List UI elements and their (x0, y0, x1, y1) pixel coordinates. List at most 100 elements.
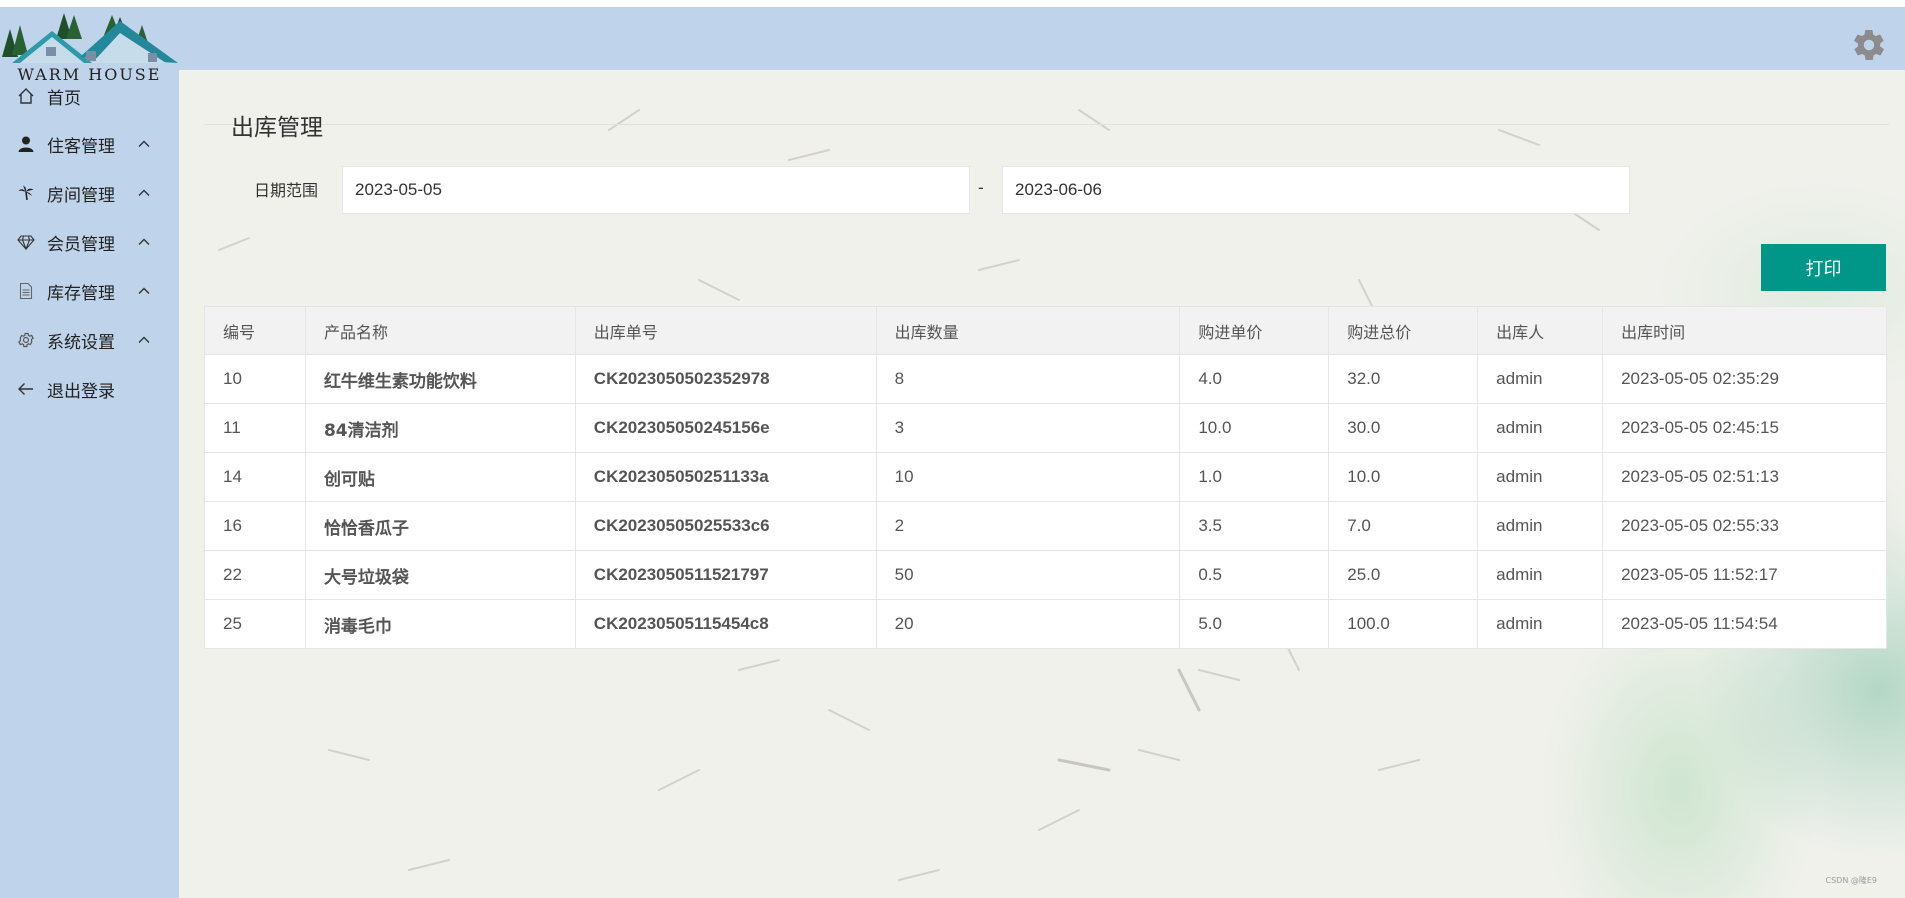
sidebar-item-label: 系统设置 (47, 332, 115, 353)
cell-quantity: 2 (875, 501, 1181, 551)
column-header: 出库数量 (875, 306, 1181, 355)
cell-order-no: CK20230505115454c8 (574, 599, 877, 649)
cell-operator: admin (1477, 550, 1604, 600)
date-range-label: 日期范围 (254, 181, 319, 200)
cell-quantity: 50 (875, 550, 1181, 600)
gear-icon (16, 330, 36, 350)
cell-total-price: 32.0 (1328, 354, 1479, 404)
cell-time: 2023-05-05 02:35:29 (1602, 354, 1887, 404)
cell-id: 22 (204, 550, 306, 600)
top-header (0, 7, 1905, 70)
sidebar-item-label: 住客管理 (47, 136, 115, 157)
watermark-text: CSDN @隆E9 (1825, 876, 1878, 885)
table-row[interactable]: 25 消毒毛巾 CK20230505115454c8 20 5.0 100.0 … (204, 599, 1887, 649)
cell-product-name: 大号垃圾袋 (304, 550, 576, 600)
cell-unit-price: 1.0 (1179, 452, 1330, 502)
cell-quantity: 3 (875, 403, 1181, 453)
arrow-left-icon (16, 379, 36, 399)
cell-product-name: 84清洁剂 (304, 403, 576, 453)
table-row[interactable]: 14 创可贴 CK202305050251133a 10 1.0 10.0 ad… (204, 452, 1887, 502)
cell-product-name: 消毒毛巾 (304, 599, 576, 649)
cell-order-no: CK2023050511521797 (574, 550, 877, 600)
cell-unit-price: 10.0 (1179, 403, 1330, 453)
cell-time: 2023-05-05 02:51:13 (1602, 452, 1887, 502)
column-header: 出库人 (1477, 306, 1604, 355)
home-icon (16, 86, 36, 106)
column-header: 编号 (204, 306, 306, 355)
column-header: 购进总价 (1328, 306, 1479, 355)
cell-product-name: 创可贴 (304, 452, 576, 502)
sidebar-item-members[interactable]: 会员管理 (0, 222, 179, 262)
cell-total-price: 100.0 (1328, 599, 1479, 649)
cell-quantity: 8 (875, 354, 1181, 404)
sidebar-item-home[interactable]: 首页 (0, 76, 179, 116)
cell-product-name: 红牛维生素功能饮料 (304, 354, 576, 404)
page-title: 出库管理 (231, 115, 323, 141)
column-header: 产品名称 (304, 306, 576, 355)
chevron-up-icon (138, 287, 150, 294)
sidebar-item-label: 退出登录 (47, 381, 115, 402)
table-row[interactable]: 10 红牛维生素功能饮料 CK2023050502352978 8 4.0 32… (204, 354, 1887, 404)
cell-time: 2023-05-05 02:55:33 (1602, 501, 1887, 551)
sidebar-item-rooms[interactable]: 房间管理 (0, 173, 179, 213)
chevron-up-icon (138, 238, 150, 245)
cell-order-no: CK2023050502352978 (574, 354, 877, 404)
chevron-up-icon (138, 189, 150, 196)
chevron-up-icon (138, 336, 150, 343)
cell-id: 16 (204, 501, 306, 551)
diamond-icon (16, 232, 36, 252)
cell-time: 2023-05-05 02:45:15 (1602, 403, 1887, 453)
sidebar-item-label: 房间管理 (47, 185, 115, 206)
end-date-input[interactable] (1002, 166, 1630, 214)
cell-time: 2023-05-05 11:52:17 (1602, 550, 1887, 600)
print-button[interactable]: 打印 (1761, 244, 1886, 291)
sidebar-item-inventory[interactable]: 库存管理 (0, 271, 179, 311)
cell-unit-price: 5.0 (1179, 599, 1330, 649)
palm-icon (16, 183, 36, 203)
cell-unit-price: 3.5 (1179, 501, 1330, 551)
cell-total-price: 30.0 (1328, 403, 1479, 453)
cell-operator: admin (1477, 452, 1604, 502)
file-icon (16, 281, 36, 301)
cell-quantity: 20 (875, 599, 1181, 649)
table-header-row: 编号 产品名称 出库单号 出库数量 购进单价 购进总价 出库人 出库时间 (204, 306, 1887, 355)
sidebar-item-guests[interactable]: 住客管理 (0, 124, 179, 164)
house-logo-icon (2, 13, 178, 63)
sidebar-item-label: 库存管理 (47, 283, 115, 304)
gear-icon[interactable] (1851, 27, 1887, 63)
cell-product-name: 恰恰香瓜子 (304, 501, 576, 551)
sidebar-item-logout[interactable]: 退出登录 (0, 369, 179, 409)
chevron-up-icon (138, 140, 150, 147)
top-strip (0, 0, 1905, 7)
sidebar-item-label: 会员管理 (47, 234, 115, 255)
column-header: 出库时间 (1602, 306, 1887, 355)
cell-id: 14 (204, 452, 306, 502)
start-date-input[interactable] (342, 166, 970, 214)
cell-time: 2023-05-05 11:54:54 (1602, 599, 1887, 649)
cell-id: 10 (204, 354, 306, 404)
column-header: 出库单号 (574, 306, 877, 355)
cell-id: 11 (204, 403, 306, 453)
table-row[interactable]: 22 大号垃圾袋 CK2023050511521797 50 0.5 25.0 … (204, 550, 1887, 600)
cell-total-price: 25.0 (1328, 550, 1479, 600)
sidebar-item-settings[interactable]: 系统设置 (0, 320, 179, 360)
cell-operator: admin (1477, 403, 1604, 453)
main-content: 出库管理 日期范围 - 打印 编号 产品名称 出库单号 出库数量 购进单价 购进… (179, 70, 1905, 898)
cell-total-price: 7.0 (1328, 501, 1479, 551)
date-separator: - (978, 178, 984, 197)
cell-id: 25 (204, 599, 306, 649)
column-header: 购进单价 (1179, 306, 1330, 355)
cell-total-price: 10.0 (1328, 452, 1479, 502)
brand-logo[interactable]: WARM HOUSE (0, 9, 179, 84)
cell-order-no: CK20230505025533c6 (574, 501, 877, 551)
cell-order-no: CK202305050251133a (574, 452, 877, 502)
table-row[interactable]: 16 恰恰香瓜子 CK20230505025533c6 2 3.5 7.0 ad… (204, 501, 1887, 551)
cell-operator: admin (1477, 354, 1604, 404)
cell-unit-price: 4.0 (1179, 354, 1330, 404)
sidebar-item-label: 首页 (47, 88, 81, 109)
user-icon (16, 134, 36, 154)
table-row[interactable]: 11 84清洁剂 CK202305050245156e 3 10.0 30.0 … (204, 403, 1887, 453)
outbound-table: 编号 产品名称 出库单号 出库数量 购进单价 购进总价 出库人 出库时间 10 … (204, 306, 1887, 649)
cell-unit-price: 0.5 (1179, 550, 1330, 600)
section-divider (204, 124, 1889, 125)
